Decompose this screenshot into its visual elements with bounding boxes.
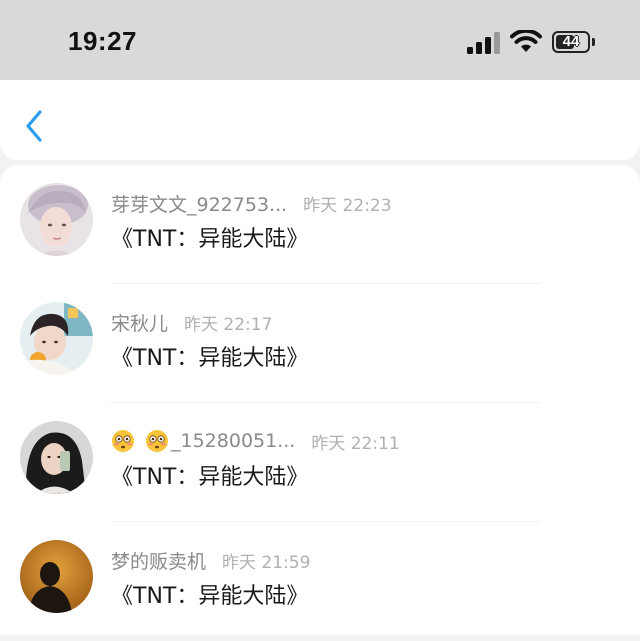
message-text: 《TNT：异能大陆》: [111, 465, 309, 490]
item-meta: 芽芽文文_922753... 昨天 22:23: [111, 190, 392, 217]
username[interactable]: 芽芽文文_922753...: [111, 190, 287, 217]
chevron-left-icon[interactable]: [20, 108, 50, 144]
item-meta: 梦的贩卖机 昨天 21:59: [111, 547, 311, 574]
cellular-signal-icon: [467, 32, 500, 54]
navigation-bar: [0, 80, 640, 160]
timestamp: 昨天 22:23: [303, 195, 392, 216]
flushed-face-emoji-icon: [146, 430, 168, 452]
avatar[interactable]: [20, 421, 93, 494]
timestamp: 昨天 22:11: [311, 433, 400, 454]
timestamp: 昨天 21:59: [222, 552, 311, 573]
battery-icon: 44: [552, 31, 590, 53]
username[interactable]: _15280051...: [171, 430, 295, 452]
list-item[interactable]: 芽芽文文_922753... 昨天 22:23 《TNT：异能大陆》: [0, 165, 640, 284]
wifi-icon: [510, 30, 542, 52]
battery-percentage: 44: [562, 33, 580, 50]
avatar[interactable]: [20, 302, 93, 375]
message-text: 《TNT：异能大陆》: [111, 584, 309, 609]
message-text: 《TNT：异能大陆》: [111, 346, 309, 371]
avatar[interactable]: [20, 540, 93, 613]
status-bar: 19:27 44: [0, 0, 640, 80]
item-meta: 宋秋儿 昨天 22:17: [111, 309, 273, 336]
timestamp: 昨天 22:17: [184, 314, 273, 335]
battery-tip: [592, 38, 595, 46]
flushed-face-emoji-icon: [112, 430, 134, 452]
list-item[interactable]: 宋秋儿 昨天 22:17 《TNT：异能大陆》: [0, 284, 640, 403]
list-item[interactable]: _15280051... 昨天 22:11 《TNT：异能大陆》: [0, 403, 640, 522]
username[interactable]: 宋秋儿: [111, 309, 168, 336]
list-item[interactable]: 梦的贩卖机 昨天 21:59 《TNT：异能大陆》: [0, 522, 640, 641]
message-text: 《TNT：异能大陆》: [111, 227, 309, 252]
item-meta: _15280051... 昨天 22:11: [111, 429, 400, 454]
avatar[interactable]: [20, 183, 93, 256]
username[interactable]: 梦的贩卖机: [111, 547, 206, 574]
message-list: 芽芽文文_922753... 昨天 22:23 《TNT：异能大陆》 宋秋儿 昨…: [0, 165, 640, 635]
status-time: 19:27: [68, 26, 137, 56]
